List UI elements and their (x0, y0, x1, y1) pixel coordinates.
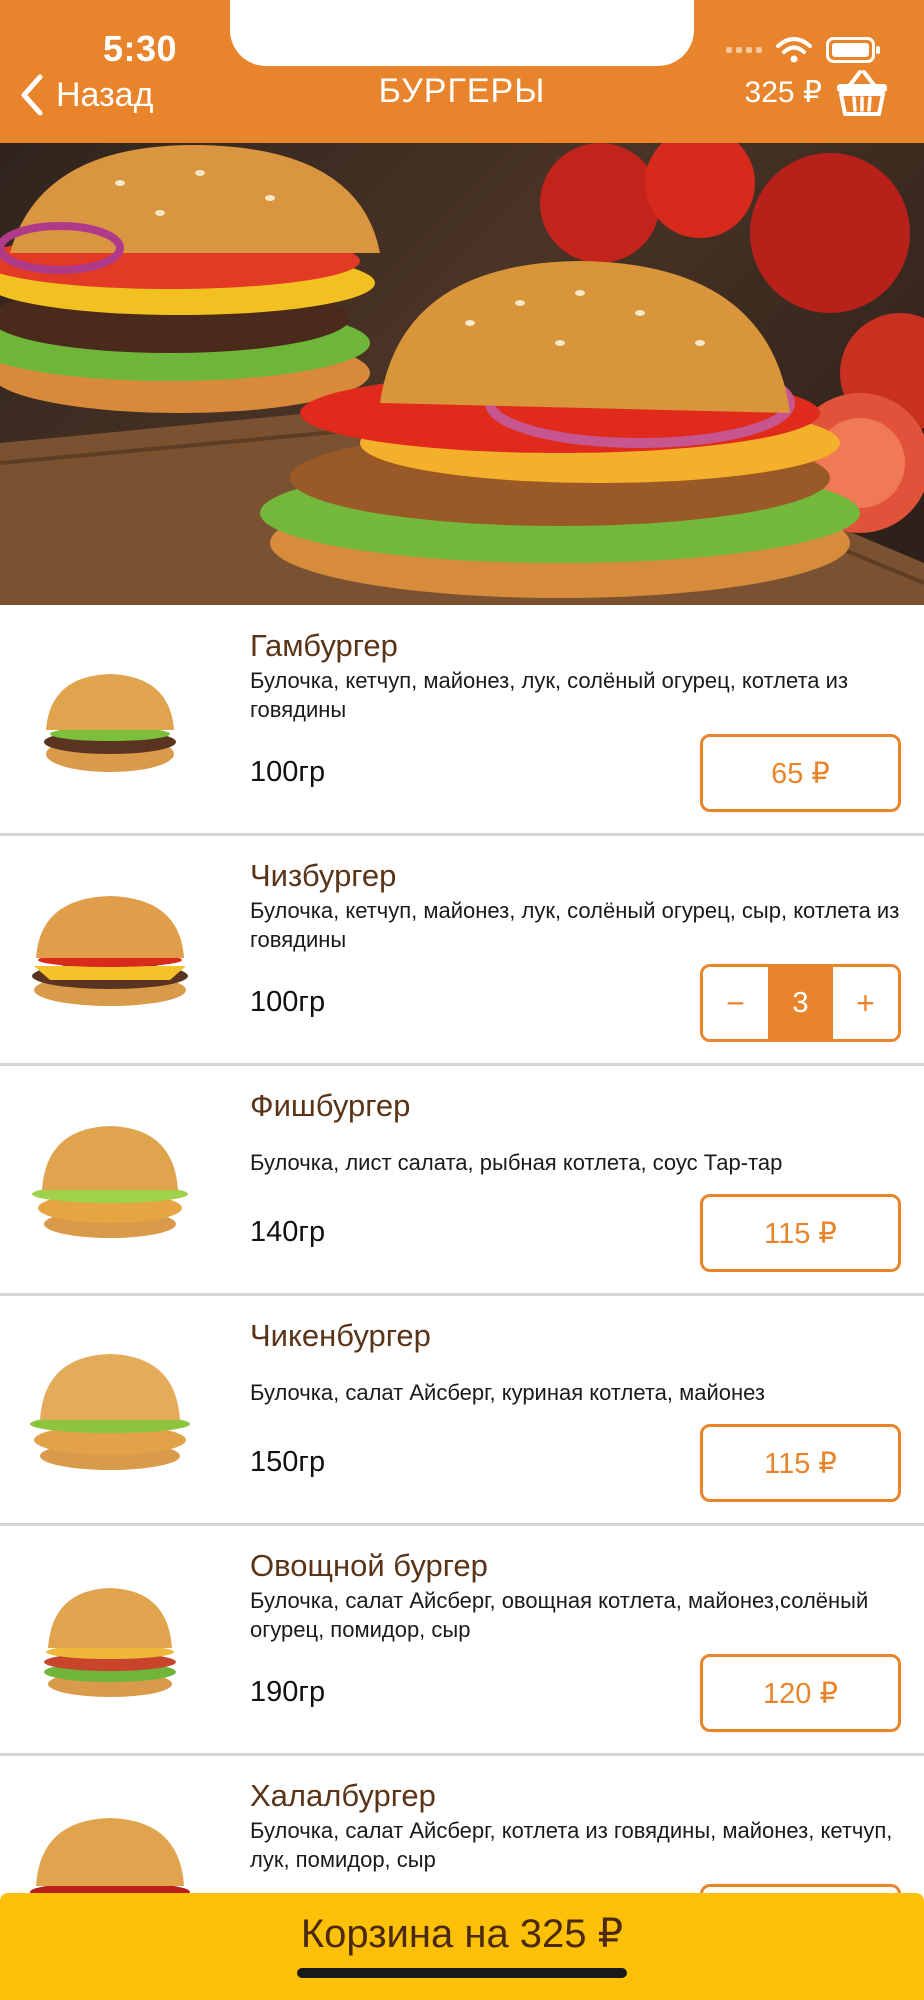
veggie-burger-image (44, 1588, 176, 1697)
signal-icon (726, 47, 762, 53)
header-cart-total: 325 ₽ (744, 75, 822, 109)
decrease-button[interactable]: − (703, 967, 768, 1039)
cart-summary-label: Корзина на 325 ₽ (300, 1912, 624, 1956)
product-row: Фишбургер Булочка, лист салата, рыбная к… (0, 1066, 924, 1296)
cart-summary-button[interactable]: Корзина на 325 ₽ (0, 1893, 924, 2000)
increase-button[interactable]: + (833, 967, 898, 1039)
product-name: Фишбургер (250, 1088, 411, 1123)
product-description: Булочка, кетчуп, майонез, лук, солёный о… (250, 898, 900, 952)
product-description: Булочка, кетчуп, майонез, лук, солёный о… (250, 668, 849, 722)
product-row: Гамбургер Булочка, кетчуп, майонез, лук,… (0, 606, 924, 836)
product-weight: 100гр (250, 986, 326, 1018)
home-indicator[interactable] (297, 1968, 627, 1978)
product-name: Чикенбургер (250, 1318, 431, 1353)
product-weight: 190гр (250, 1676, 326, 1708)
status-icons (726, 32, 882, 68)
product-weight: 140гр (250, 1216, 326, 1248)
hero-image (0, 143, 924, 605)
fishburger-image (32, 1126, 188, 1238)
product-description: Булочка, салат Айсберг, куриная котлета,… (250, 1380, 765, 1405)
hamburger-image (44, 674, 176, 772)
product-row: Чикенбургер Булочка, салат Айсберг, кури… (0, 1296, 924, 1526)
status-time: 5:30 (102, 28, 178, 69)
add-to-cart-button[interactable]: 115 ₽ (700, 1194, 901, 1272)
product-description: Булочка, лист салата, рыбная котлета, со… (250, 1150, 783, 1175)
product-description: Булочка, салат Айсберг, котлета из говяд… (250, 1818, 893, 1872)
add-to-cart-button[interactable]: 115 ₽ (700, 1424, 901, 1502)
product-name: Гамбургер (250, 628, 398, 663)
add-to-cart-button[interactable]: 120 ₽ (700, 1654, 901, 1732)
add-to-cart-button[interactable]: 65 ₽ (700, 734, 901, 812)
product-weight: 100гр (250, 756, 326, 788)
product-row: Овощной бургер Булочка, салат Айсберг, о… (0, 1526, 924, 1756)
product-weight: 150гр (250, 1446, 326, 1478)
phone-screen: 5:30 Назад БУРГЕРЫ 325 ₽ Гамбургер Булоч… (0, 0, 924, 2000)
basket-icon (837, 70, 887, 116)
product-description: Булочка, салат Айсберг, овощная котлета,… (250, 1588, 869, 1642)
product-row: Чизбургер Булочка, кетчуп, майонез, лук,… (0, 836, 924, 1066)
quantity-stepper: − 3 + (700, 964, 901, 1042)
product-list: Гамбургер Булочка, кетчуп, майонез, лук,… (0, 606, 924, 1986)
product-name: Чизбургер (250, 858, 397, 893)
chickenburger-image (30, 1354, 190, 1470)
product-name: Халалбургер (250, 1778, 436, 1813)
wifi-icon (776, 37, 812, 63)
quantity-value: 3 (768, 967, 833, 1039)
back-button[interactable]: Назад (18, 70, 153, 120)
cheeseburger-image (32, 896, 188, 1006)
chevron-left-icon (21, 74, 43, 116)
app-header: 5:30 Назад БУРГЕРЫ 325 ₽ (0, 0, 924, 143)
product-name: Овощной бургер (250, 1548, 488, 1583)
back-label: Назад (56, 75, 154, 114)
device-notch (230, 0, 694, 66)
header-cart-button[interactable]: 325 ₽ (745, 64, 890, 120)
battery-icon (826, 37, 880, 63)
